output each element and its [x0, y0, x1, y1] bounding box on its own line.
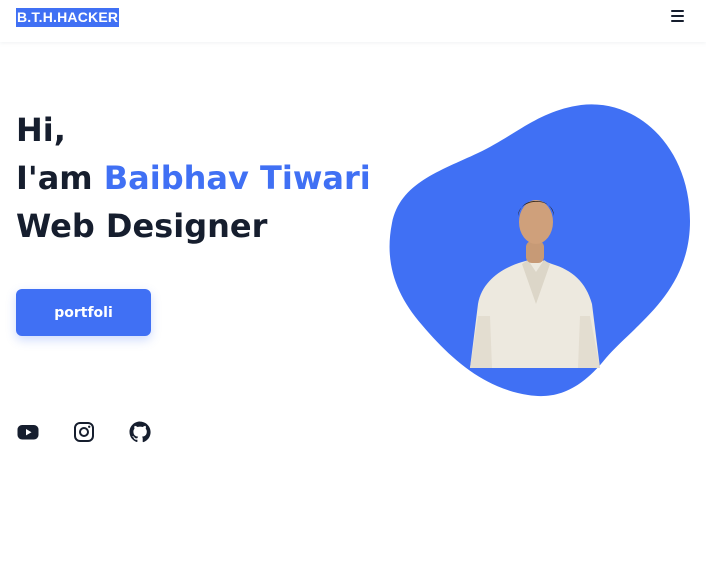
github-icon[interactable]: [128, 420, 152, 444]
profile-photo: [470, 200, 600, 368]
role-line: Web Designer: [16, 207, 268, 245]
intro-line: I'am Baibhav Tiwari: [16, 154, 371, 202]
github-glyph: [129, 421, 151, 443]
greeting-line: Hi,: [16, 111, 66, 149]
menu-bar: [671, 10, 684, 12]
menu-bar: [671, 15, 684, 17]
hero-heading: Hi, I'am Baibhav Tiwari Web Designer: [16, 106, 371, 250]
youtube-icon[interactable]: [16, 420, 40, 444]
youtube-glyph: [17, 425, 39, 440]
portfolio-button[interactable]: portfoli: [16, 289, 151, 336]
instagram-icon[interactable]: [72, 420, 96, 444]
person-name: Baibhav Tiwari: [103, 159, 371, 197]
site-logo[interactable]: B.T.H.HACKER: [16, 8, 120, 27]
intro-prefix: I'am: [16, 159, 93, 197]
instagram-glyph: [74, 422, 94, 442]
menu-bar: [671, 20, 684, 22]
hamburger-menu-icon[interactable]: [668, 8, 688, 24]
top-navbar: B.T.H.HACKER: [0, 0, 706, 42]
